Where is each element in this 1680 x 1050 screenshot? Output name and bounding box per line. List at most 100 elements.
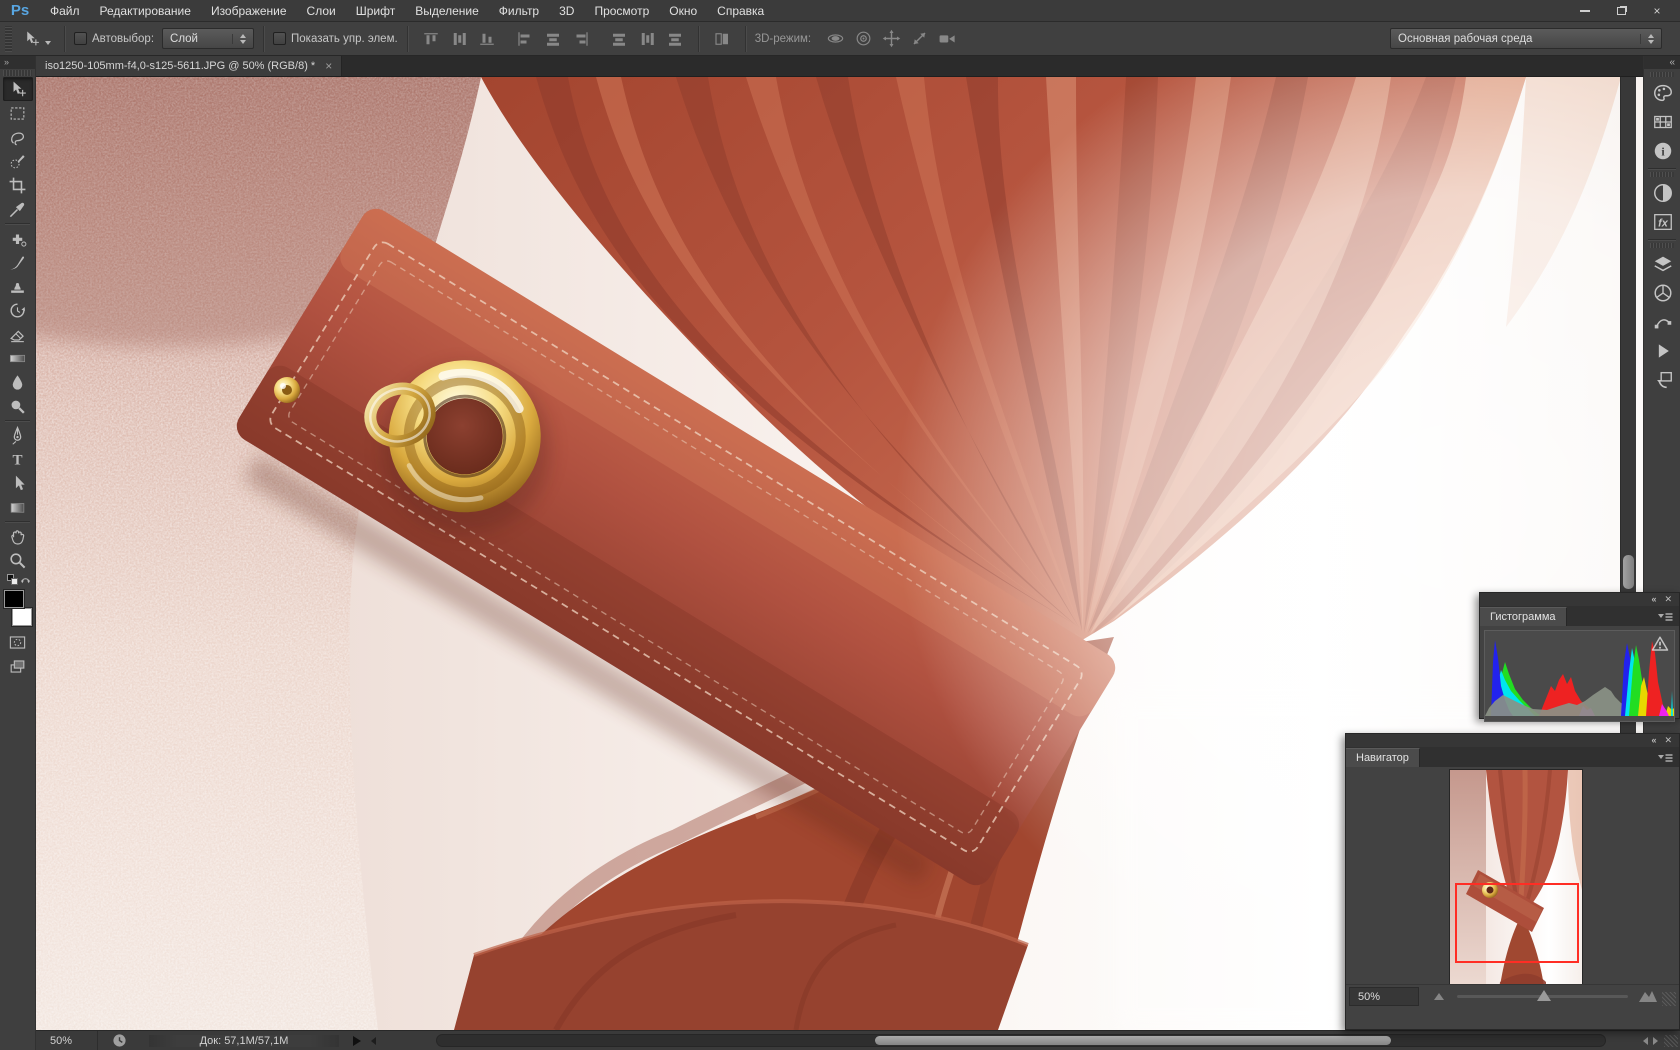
tools-grip[interactable]	[3, 70, 32, 76]
close-button[interactable]: ×	[1646, 3, 1668, 19]
dock-expand-button[interactable]: «	[1644, 56, 1680, 69]
options-bar-grip[interactable]	[5, 25, 12, 52]
panel-resize-grip[interactable]	[1662, 992, 1676, 1006]
zoom-out-icon[interactable]	[1433, 989, 1447, 1003]
paths-panel-icon[interactable]	[1644, 307, 1680, 336]
menu-filter[interactable]: Фильтр	[489, 0, 549, 22]
scroll-right-icon[interactable]	[1653, 1037, 1658, 1045]
eraser-tool[interactable]	[3, 322, 33, 346]
quick-mask-button[interactable]	[3, 630, 33, 654]
panel-close-icon[interactable]: ✕	[1664, 734, 1672, 747]
navigator-thumbnail[interactable]	[1449, 769, 1583, 1002]
swatches-panel-icon[interactable]	[1644, 107, 1680, 136]
horizontal-scrollbar[interactable]	[436, 1034, 1606, 1047]
menu-layers[interactable]: Слои	[297, 0, 346, 22]
adjustments-panel-icon[interactable]	[1644, 178, 1680, 207]
menu-edit[interactable]: Редактирование	[90, 0, 201, 22]
background-color-swatch[interactable]	[11, 608, 32, 626]
dock-grip[interactable]	[1650, 243, 1674, 248]
navigator-zoom-field[interactable]: 50%	[1349, 986, 1419, 1006]
menu-image[interactable]: Изображение	[201, 0, 297, 22]
history-brush-tool[interactable]	[3, 298, 33, 322]
status-popup-arrow-icon[interactable]	[353, 1035, 361, 1046]
zoom-in-icon[interactable]	[1638, 988, 1658, 1004]
histogram-tab[interactable]: Гистограмма	[1480, 607, 1567, 626]
align-right-edges-button[interactable]	[569, 28, 593, 50]
menu-view[interactable]: Просмотр	[584, 0, 659, 22]
panel-menu-icon[interactable]	[1657, 611, 1673, 626]
gradient-tool[interactable]	[3, 346, 33, 370]
color-panel-icon[interactable]	[1644, 78, 1680, 107]
align-vertical-centers-button[interactable]	[447, 28, 471, 50]
panel-menu-icon[interactable]	[1657, 752, 1673, 767]
status-zoom-field[interactable]: 50%	[36, 1030, 98, 1050]
default-colors-control[interactable]	[3, 574, 33, 588]
zoom-slider-thumb[interactable]	[1537, 989, 1552, 1001]
horizontal-type-tool[interactable]	[3, 447, 33, 471]
autoselect-target-select[interactable]: Слой	[162, 28, 255, 49]
swap-colors-icon[interactable]	[19, 574, 32, 587]
document-tab[interactable]: iso1250-105mm-f4,0-s125-5611.JPG @ 50% (…	[36, 56, 343, 76]
scroll-left-icon[interactable]	[1643, 1037, 1648, 1045]
distribute-top-edges-button[interactable]	[607, 28, 631, 50]
align-left-edges-button[interactable]	[513, 28, 537, 50]
vertical-scrollbar-thumb[interactable]	[1623, 555, 1634, 589]
rectangle-tool[interactable]	[3, 495, 33, 519]
align-bottom-edges-button[interactable]	[475, 28, 499, 50]
history-panel-icon[interactable]	[1644, 365, 1680, 394]
clone-stamp-tool[interactable]	[3, 274, 33, 298]
distribute-vertical-centers-button[interactable]	[635, 28, 659, 50]
menu-help[interactable]: Справка	[707, 0, 774, 22]
show-transform-controls-checkbox[interactable]	[273, 32, 287, 45]
workspace-select[interactable]: Основная рабочая среда	[1390, 28, 1662, 49]
dock-grip[interactable]	[1650, 172, 1674, 177]
align-horizontal-centers-button[interactable]	[541, 28, 565, 50]
navigator-zoom-slider[interactable]	[1457, 989, 1628, 1001]
3d-pan-icon[interactable]	[879, 28, 903, 50]
eyedropper-tool[interactable]	[3, 197, 33, 221]
3d-slide-icon[interactable]	[907, 28, 931, 50]
scrollbar-steppers[interactable]	[1643, 1037, 1658, 1045]
minimize-button[interactable]	[1574, 3, 1596, 19]
menu-type[interactable]: Шрифт	[346, 0, 405, 22]
panel-close-icon[interactable]: ✕	[1664, 593, 1672, 606]
auto-align-layers-button[interactable]	[710, 28, 734, 50]
3d-camera-icon[interactable]	[935, 28, 959, 50]
distribute-horizontal-centers-button[interactable]	[663, 28, 687, 50]
rectangular-marquee-tool[interactable]	[3, 101, 33, 125]
status-collapse-arrow-icon[interactable]	[371, 1036, 376, 1045]
pen-tool[interactable]	[3, 423, 33, 447]
tab-close-icon[interactable]: ×	[325, 60, 332, 72]
path-selection-tool[interactable]	[3, 471, 33, 495]
zoom-tool[interactable]	[3, 548, 33, 572]
lasso-tool[interactable]	[3, 125, 33, 149]
tool-preset-caret-icon[interactable]	[45, 40, 51, 45]
menu-file[interactable]: Файл	[40, 0, 90, 22]
status-clock-icon[interactable]	[112, 1033, 127, 1048]
panel-collapse-icon[interactable]: «	[1651, 593, 1656, 606]
autoselect-checkbox[interactable]	[74, 32, 87, 45]
channels-panel-icon[interactable]	[1644, 278, 1680, 307]
info-panel-icon[interactable]	[1644, 136, 1680, 165]
restore-button[interactable]	[1610, 3, 1632, 19]
navigator-tab[interactable]: Навигатор	[1346, 748, 1420, 767]
3d-orbit-icon[interactable]	[823, 28, 847, 50]
cached-data-warning-icon[interactable]	[1651, 635, 1669, 656]
screen-mode-button[interactable]	[3, 654, 33, 678]
menu-window[interactable]: Окно	[659, 0, 707, 22]
tools-collapse-button[interactable]: »	[0, 56, 35, 69]
dodge-tool[interactable]	[3, 394, 33, 418]
3d-roll-icon[interactable]	[851, 28, 875, 50]
quick-selection-tool[interactable]	[3, 149, 33, 173]
spot-healing-brush-tool[interactable]	[3, 226, 33, 250]
layers-panel-icon[interactable]	[1644, 249, 1680, 278]
blur-tool[interactable]	[3, 370, 33, 394]
menu-select[interactable]: Выделение	[405, 0, 489, 22]
brush-tool[interactable]	[3, 250, 33, 274]
window-resize-grip[interactable]	[1664, 1035, 1678, 1047]
styles-panel-icon[interactable]	[1644, 207, 1680, 236]
actions-panel-icon[interactable]	[1644, 336, 1680, 365]
horizontal-scrollbar-thumb[interactable]	[875, 1036, 1391, 1045]
move-tool[interactable]	[2, 77, 33, 101]
menu-3d[interactable]: 3D	[549, 0, 584, 22]
